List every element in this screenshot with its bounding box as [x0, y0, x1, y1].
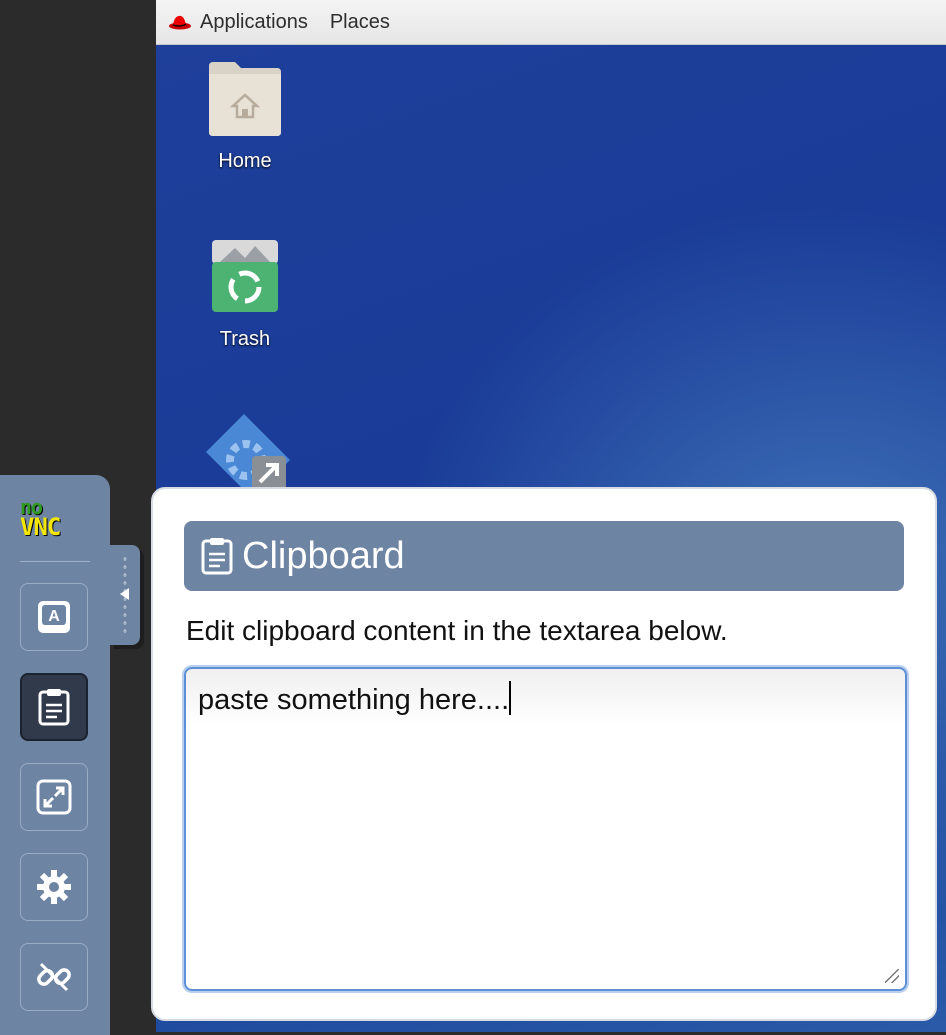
- clipboard-panel-header: Clipboard: [184, 521, 904, 591]
- desktop-icon-label: Home: [218, 150, 272, 172]
- desktop-icon-trash[interactable]: Trash: [185, 236, 305, 351]
- trash-icon: [212, 240, 278, 312]
- clipboard-panel: Clipboard Edit clipboard content in the …: [151, 487, 937, 1021]
- home-folder-icon: [209, 62, 281, 136]
- keyboard-a-icon: A: [38, 601, 70, 633]
- disconnect-icon: [37, 962, 71, 992]
- novnc-logo: no VNC: [20, 495, 92, 541]
- panel-description: Edit clipboard content in the textarea b…: [186, 615, 728, 646]
- control-bar-handle[interactable]: [110, 545, 140, 645]
- logo-vnc: VNC: [20, 513, 61, 541]
- disconnect-button[interactable]: [20, 943, 88, 1011]
- applications-menu[interactable]: Applications: [168, 11, 308, 34]
- applications-label: Applications: [200, 10, 308, 33]
- clipboard-icon: [38, 689, 70, 726]
- collapse-arrow-icon[interactable]: [120, 588, 129, 600]
- text-caret: [509, 681, 512, 715]
- panel-title: Clipboard: [242, 534, 405, 577]
- desktop-icon-home[interactable]: Home: [185, 60, 305, 173]
- fullscreen-icon: [36, 779, 72, 815]
- desktop-icon-launcher[interactable]: [206, 410, 296, 498]
- desktop-icon-label: Trash: [219, 328, 271, 350]
- gnome-top-bar: Applications Places: [156, 0, 946, 45]
- extra-keys-button[interactable]: A: [20, 583, 88, 651]
- control-bar-separator: [20, 561, 90, 562]
- fullscreen-button[interactable]: [20, 763, 88, 831]
- resize-grip[interactable]: [885, 969, 899, 983]
- places-menu[interactable]: Places: [330, 11, 390, 34]
- clipboard-icon: [201, 538, 233, 575]
- launcher-gear-icon: [206, 414, 290, 498]
- svg-text:A: A: [48, 608, 60, 625]
- gear-icon: [37, 870, 71, 904]
- clipboard-button[interactable]: [20, 673, 88, 741]
- redhat-icon: [169, 15, 191, 30]
- clipboard-textarea[interactable]: paste something here....: [184, 667, 907, 991]
- clipboard-text: paste something here....: [198, 684, 510, 716]
- novnc-control-bar: no VNC A: [0, 475, 110, 1035]
- settings-button[interactable]: [20, 853, 88, 921]
